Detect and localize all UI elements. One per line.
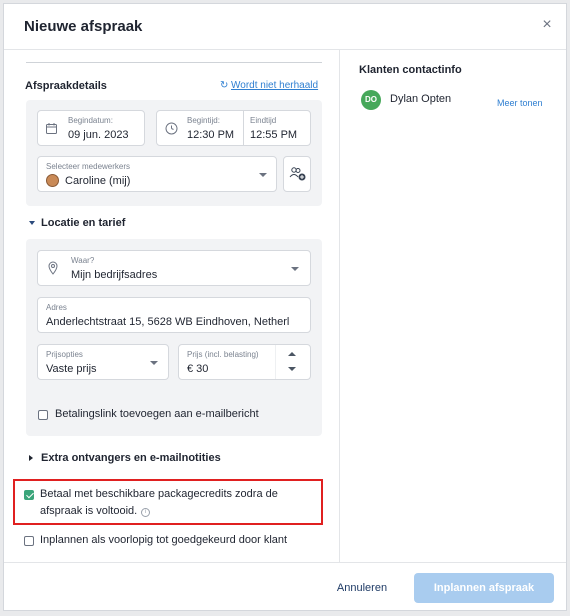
info-icon[interactable]: i <box>141 508 151 517</box>
modal-title: Nieuwe afspraak <box>24 18 143 35</box>
section-title-location[interactable]: Locatie en tarief <box>41 217 125 229</box>
address-label: Adres <box>46 303 67 312</box>
contact-name: Dylan Opten <box>390 93 452 105</box>
price-value: € 30 <box>187 363 209 375</box>
chevron-down-icon <box>291 267 299 271</box>
avatar <box>46 174 59 187</box>
start-date-value: 09 jun. 2023 <box>68 129 129 141</box>
contact-panel: Klanten contactinfo DO Dylan Opten Meer … <box>341 50 566 562</box>
decrement-icon[interactable] <box>288 367 296 371</box>
section-title-extra[interactable]: Extra ontvangers en e-mailnotities <box>41 452 221 464</box>
end-time-value: 12:55 PM <box>250 129 298 141</box>
close-icon[interactable]: × <box>538 16 556 34</box>
price-field[interactable]: Prijs (incl. belasting) € 30 <box>178 344 311 380</box>
time-field: Begintijd: 12:30 PM Eindtijd 12:55 PM <box>156 110 311 146</box>
payment-link-label: Betalingslink toevoegen aan e-mailberich… <box>55 408 259 420</box>
details-panel: Begindatum: 09 jun. 2023 Begintijd: 12:3… <box>26 100 322 206</box>
modal-footer: Annuleren Inplannen afspraak <box>4 562 566 612</box>
appointment-form: Afspraakdetails ↻ Wordt niet herhaald Be… <box>4 50 340 562</box>
map-pin-icon <box>48 261 58 275</box>
chevron-down-icon <box>259 173 267 177</box>
location-select[interactable]: Waar? Mijn bedrijfsadres <box>37 250 311 286</box>
start-time-input[interactable]: Begintijd: 12:30 PM <box>183 111 241 145</box>
price-option-select[interactable]: Prijsopties Vaste prijs <box>37 344 169 380</box>
new-appointment-modal: Nieuwe afspraak × Afspraakdetails ↻ Word… <box>3 3 567 611</box>
location-panel: Waar? Mijn bedrijfsadres Adres Anderlech… <box>26 239 322 436</box>
price-option-value: Vaste prijs <box>46 363 97 375</box>
increment-icon[interactable] <box>288 352 296 356</box>
clock-icon <box>165 122 178 135</box>
divider <box>26 62 322 63</box>
provisional-checkbox[interactable] <box>24 536 34 546</box>
add-staff-button[interactable] <box>283 156 311 192</box>
address-field[interactable]: Adres Anderlechtstraat 15, 5628 WB Eindh… <box>37 297 311 333</box>
schedule-appointment-button[interactable]: Inplannen afspraak <box>414 573 554 603</box>
package-credits-label-line2: afspraak is voltooid. i <box>40 505 151 517</box>
provisional-label: Inplannen als voorlopig tot goedgekeurd … <box>40 534 288 546</box>
repeat-icon: ↻ <box>220 80 229 91</box>
collapse-location-icon[interactable] <box>29 221 35 225</box>
staff-select[interactable]: Selecteer medewerkers Caroline (mij) <box>37 156 277 192</box>
section-title-details: Afspraakdetails <box>25 80 107 92</box>
start-time-label: Begintijd: <box>187 116 220 125</box>
repeat-link[interactable]: Wordt niet herhaald <box>231 80 318 91</box>
calendar-icon <box>46 123 57 134</box>
start-date-field[interactable]: Begindatum: 09 jun. 2023 <box>37 110 145 146</box>
package-credits-label-line1: Betaal met beschikbare packagecredits zo… <box>40 488 278 500</box>
package-credits-label-text: afspraak is voltooid. <box>40 505 138 517</box>
section-title-contact: Klanten contactinfo <box>359 64 462 76</box>
address-value: Anderlechtstraat 15, 5628 WB Eindhoven, … <box>46 316 290 328</box>
add-person-icon <box>289 167 306 181</box>
highlight-box <box>13 479 323 525</box>
expand-extra-icon[interactable] <box>29 455 33 461</box>
payment-link-checkbox[interactable] <box>38 410 48 420</box>
start-date-label: Begindatum: <box>68 116 113 125</box>
price-label: Prijs (incl. belasting) <box>187 350 259 359</box>
show-more-link[interactable]: Meer tonen <box>497 98 543 108</box>
cancel-button[interactable]: Annuleren <box>326 575 398 601</box>
staff-value: Caroline (mij) <box>65 175 131 187</box>
end-time-label: Eindtijd <box>250 116 277 125</box>
staff-label: Selecteer medewerkers <box>46 162 131 171</box>
price-option-label: Prijsopties <box>46 350 83 359</box>
location-value: Mijn bedrijfsadres <box>71 269 158 281</box>
package-credits-checkbox[interactable] <box>24 490 34 500</box>
stepper-divider <box>275 345 276 379</box>
chevron-down-icon <box>150 361 158 365</box>
modal-header: Nieuwe afspraak × <box>4 4 566 50</box>
location-label: Waar? <box>71 256 95 265</box>
avatar: DO <box>361 90 381 110</box>
start-time-value: 12:30 PM <box>187 129 235 141</box>
end-time-input[interactable]: Eindtijd 12:55 PM <box>244 111 310 145</box>
